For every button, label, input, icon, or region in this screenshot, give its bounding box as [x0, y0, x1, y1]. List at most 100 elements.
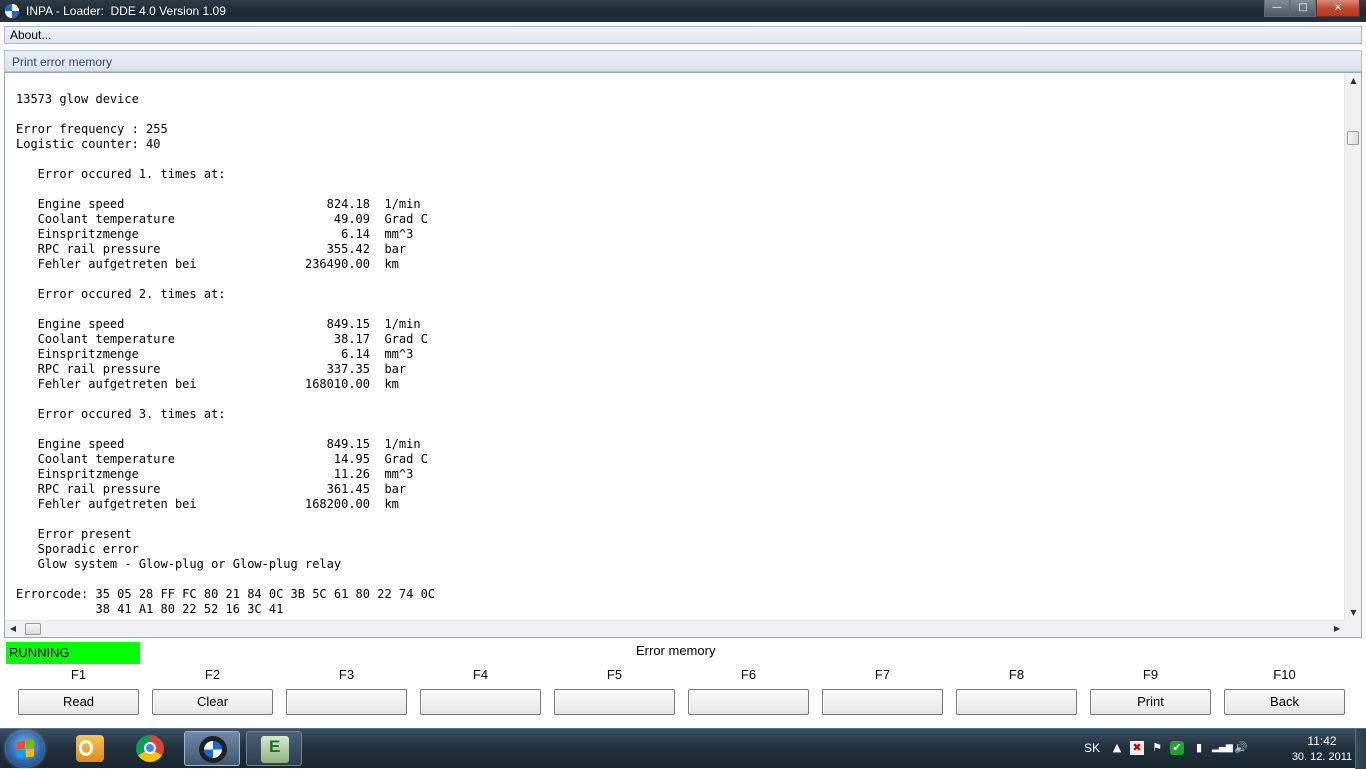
text-line: Glow system - Glow-plug or Glow-plug rel… — [16, 557, 342, 571]
text-line: Fehler aufgetreten bei 168200.00 km — [16, 497, 399, 511]
menu-item-about[interactable]: About... — [10, 28, 51, 42]
system-tray: SK ▲ ✖ ⚑ ✔ ▮ ▂▄▆ 🔊 11:42 30. 12. 2011 — [1076, 729, 1366, 769]
scroll-corner — [1344, 620, 1361, 637]
battery-icon[interactable]: ▮ — [1192, 741, 1206, 755]
clear-button[interactable]: Clear — [152, 689, 273, 715]
f3-button[interactable] — [286, 689, 407, 715]
text-line: Coolant temperature 38.17 Grad C — [16, 332, 428, 346]
text-line: Coolant temperature 14.95 Grad C — [16, 452, 428, 466]
text-line: RPC rail pressure 337.35 bar — [16, 362, 407, 376]
windows-start-icon[interactable] — [6, 731, 44, 767]
outlook-icon — [76, 735, 104, 762]
clock-time[interactable]: 11:42 — [1290, 734, 1354, 748]
screen-title: Error memory — [636, 643, 716, 658]
f7-button[interactable] — [822, 689, 943, 715]
volume-icon[interactable]: 🔊 — [1234, 741, 1248, 755]
fkey-label-f2: F2 — [204, 667, 221, 682]
scroll-up-icon[interactable]: ▲ — [1345, 73, 1361, 89]
text-line: Error occured 2. times at: — [16, 287, 226, 301]
text-line: 13573 glow device — [16, 92, 139, 106]
scroll-right-icon[interactable]: ▶ — [1329, 621, 1345, 637]
text-line: Logistic counter: 40 — [16, 137, 161, 151]
security-check-icon[interactable]: ✔ — [1170, 741, 1184, 755]
network-signal-icon[interactable]: ▂▄▆ — [1212, 741, 1233, 755]
fkey-label-f6: F6 — [740, 667, 757, 682]
action-center-flag-icon[interactable]: ⚑ — [1150, 741, 1164, 755]
show-hidden-icons-icon[interactable]: ▲ — [1110, 741, 1124, 755]
status-badge: RUNNING — [6, 642, 140, 664]
caption-bar: Print error memory — [4, 50, 1362, 72]
chrome-icon — [136, 735, 164, 762]
clock-date[interactable]: 30. 12. 2011 — [1284, 751, 1360, 763]
tray-app-icon[interactable]: ✖ — [1130, 741, 1144, 755]
taskbar: E SK ▲ ✖ ⚑ ✔ ▮ ▂▄▆ 🔊 11:42 30. 12. 2011 — [0, 728, 1366, 769]
f8-button[interactable] — [956, 689, 1077, 715]
menu-bar: About... — [4, 26, 1362, 44]
scroll-left-icon[interactable]: ◀ — [5, 621, 21, 637]
taskbar-item-chrome[interactable] — [122, 731, 178, 766]
status-text: RUNNING — [9, 645, 70, 660]
text-line — [16, 512, 435, 527]
text-line: Error occured 3. times at: — [16, 407, 226, 421]
back-button[interactable]: Back — [1224, 689, 1345, 715]
f5-button[interactable] — [554, 689, 675, 715]
bmw-inpa-icon — [199, 736, 227, 763]
text-line: Einspritzmenge 11.26 mm^3 — [16, 467, 414, 481]
text-line: Error frequency : 255 — [16, 122, 168, 136]
bmw-logo-icon — [4, 3, 20, 19]
text-line: Error occured 1. times at: — [16, 167, 226, 181]
vertical-scroll-thumb[interactable] — [1347, 131, 1359, 145]
fkey-label-f8: F8 — [1008, 667, 1025, 682]
fkey-label-f1: F1 — [70, 667, 87, 682]
text-line: Engine speed 849.15 1/min — [16, 437, 421, 451]
language-indicator[interactable]: SK — [1084, 741, 1100, 755]
f6-button[interactable] — [688, 689, 809, 715]
text-line: Fehler aufgetreten bei 236490.00 km — [16, 257, 399, 271]
fkey-label-f3: F3 — [338, 667, 355, 682]
fkey-label-f5: F5 — [606, 667, 623, 682]
text-line: RPC rail pressure 355.42 bar — [16, 242, 407, 256]
error-memory-text-area[interactable]: 13573 glow device Error frequency : 255 Lo… — [4, 72, 1362, 638]
text-line: Fehler aufgetreten bei 168010.00 km — [16, 377, 399, 391]
text-line — [16, 392, 435, 407]
taskbar-item-outlook[interactable] — [62, 731, 118, 766]
text-line: Error present — [16, 527, 132, 541]
text-line: Sporadic error — [16, 542, 139, 556]
text-line: Einspritzmenge 6.14 mm^3 — [16, 347, 414, 361]
window-title: INPA - Loader: DDE 4.0 Version 1.09 — [26, 4, 226, 18]
taskbar-item-inpa[interactable] — [184, 731, 240, 766]
text-line: Engine speed 824.18 1/min — [16, 197, 421, 211]
show-desktop-button[interactable] — [1355, 729, 1366, 769]
scroll-down-icon[interactable]: ▼ — [1345, 605, 1361, 621]
fkey-label-f10: F10 — [1273, 667, 1296, 682]
horizontal-scroll-thumb[interactable] — [25, 623, 41, 635]
text-line — [16, 272, 435, 287]
fkey-label-f9: F9 — [1142, 667, 1159, 682]
text-line — [16, 572, 435, 587]
error-memory-content: 13573 glow device Error frequency : 255 Lo… — [16, 92, 435, 617]
text-line — [16, 152, 435, 167]
function-key-panel: RUNNING Error memory F1 F2 F3 F4 F5 F6 F… — [4, 640, 1362, 726]
horizontal-scrollbar[interactable]: ◀ ▶ — [5, 620, 1345, 637]
caption-text: Print error memory — [12, 55, 113, 69]
text-line — [16, 422, 435, 437]
text-line: Coolant temperature 49.09 Grad C — [16, 212, 428, 226]
ediabas-icon: E — [261, 736, 289, 763]
text-line: Engine speed 849.15 1/min — [16, 317, 421, 331]
print-button[interactable]: Print — [1090, 689, 1211, 715]
text-line: Einspritzmenge 6.14 mm^3 — [16, 227, 414, 241]
text-line — [16, 182, 435, 197]
minimize-icon[interactable]: — — [1264, 0, 1290, 17]
f4-button[interactable] — [420, 689, 541, 715]
text-line — [16, 107, 435, 122]
text-line: Errorcode: 35 05 28 FF FC 80 21 84 0C 3B… — [16, 587, 436, 601]
title-bar[interactable]: INPA - Loader: DDE 4.0 Version 1.09 — □ … — [0, 0, 1366, 22]
vertical-scrollbar[interactable]: ▲ ▼ — [1344, 73, 1361, 621]
read-button[interactable]: Read — [18, 689, 139, 715]
text-line — [16, 302, 435, 317]
fkey-label-f7: F7 — [874, 667, 891, 682]
close-icon[interactable]: ✕ — [1316, 0, 1360, 17]
maximize-icon[interactable]: □ — [1290, 0, 1316, 17]
taskbar-item-ediabas[interactable]: E — [246, 731, 302, 766]
text-line: 38 41 A1 80 22 52 16 3C 41 — [16, 602, 284, 616]
